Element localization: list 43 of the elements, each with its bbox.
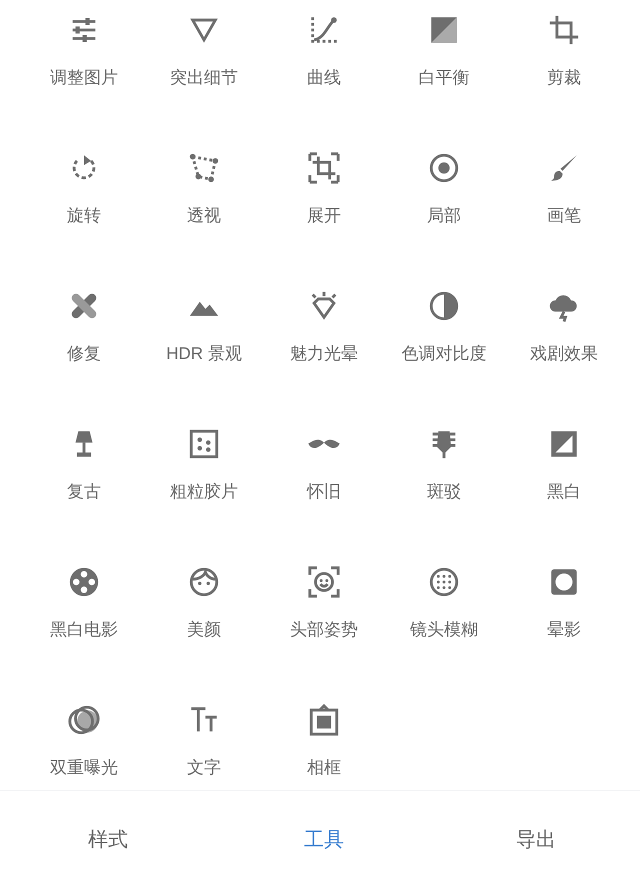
bottom-tab[interactable]: 工具: [304, 825, 344, 855]
face-icon[interactable]: [187, 565, 221, 599]
dotted-circle-icon[interactable]: [427, 565, 461, 599]
tool-label[interactable]: 晕影: [547, 620, 581, 640]
expand-icon[interactable]: [307, 151, 341, 185]
crop-icon[interactable]: [547, 13, 581, 47]
tool-label[interactable]: 画笔: [547, 206, 581, 226]
tool-label[interactable]: 复古: [67, 482, 101, 502]
tool-label[interactable]: 白平衡: [418, 68, 470, 88]
tool-label[interactable]: 文字: [187, 758, 221, 778]
tool-label[interactable]: 美颜: [187, 620, 221, 640]
frame-icon[interactable]: [307, 703, 341, 737]
bottom-tab[interactable]: 样式: [88, 825, 128, 855]
tool-label[interactable]: 相框: [307, 758, 341, 778]
dice-icon[interactable]: [187, 427, 221, 461]
tool-label[interactable]: 魅力光晕: [290, 344, 358, 364]
tool-label[interactable]: 头部姿势: [290, 620, 358, 640]
tool-label[interactable]: 斑驳: [427, 482, 461, 502]
tool-label[interactable]: 黑白电影: [50, 620, 118, 640]
tool-label[interactable]: 调整图片: [50, 68, 118, 88]
tool-label[interactable]: 双重曝光: [50, 758, 118, 778]
tool-label[interactable]: 局部: [427, 206, 461, 226]
smiley-frame-icon[interactable]: [307, 565, 341, 599]
double-circle-icon[interactable]: [67, 703, 101, 737]
tool-label[interactable]: 戏剧效果: [530, 344, 598, 364]
film-reel-icon[interactable]: [67, 565, 101, 599]
tool-label[interactable]: 旋转: [67, 206, 101, 226]
target-icon[interactable]: [427, 151, 461, 185]
tool-label[interactable]: 粗粒胶片: [170, 482, 238, 502]
tool-label[interactable]: 怀旧: [307, 482, 341, 502]
perspective-icon[interactable]: [187, 151, 221, 185]
tool-label[interactable]: 突出细节: [170, 68, 238, 88]
tool-label[interactable]: 曲线: [307, 68, 341, 88]
tool-label[interactable]: 透视: [187, 206, 221, 226]
tool-label[interactable]: 修复: [67, 344, 101, 364]
contrast-icon[interactable]: [427, 289, 461, 323]
tool-label[interactable]: 色调对比度: [402, 344, 486, 364]
tool-label[interactable]: HDR 景观: [166, 344, 242, 364]
tool-label[interactable]: 剪裁: [547, 68, 581, 88]
tool-label[interactable]: 黑白: [547, 482, 581, 502]
bottom-tab[interactable]: 导出: [516, 825, 556, 855]
tool-label[interactable]: 镜头模糊: [410, 620, 478, 640]
tool-label[interactable]: 展开: [307, 206, 341, 226]
